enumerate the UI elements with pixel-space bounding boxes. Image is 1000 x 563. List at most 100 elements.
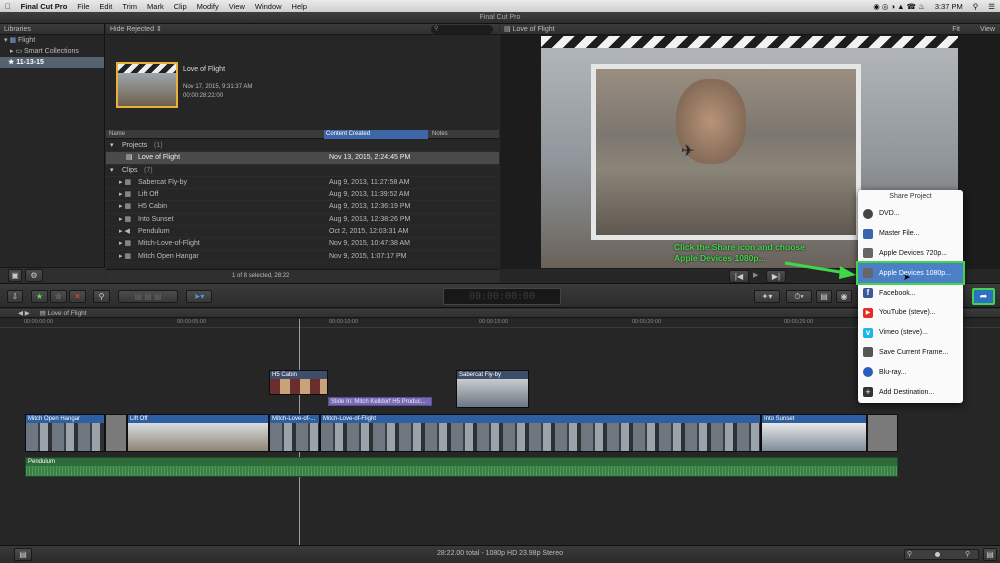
notification-icon[interactable]: ☰ [983,2,1000,11]
import-icon[interactable]: ⇩ [7,290,23,303]
filter-arrow-icon[interactable]: ⇕ [154,26,162,33]
menu-bar:  Final Cut Pro File Edit Trim Mark Clip… [0,0,1000,12]
list-item[interactable]: ▸ ▦ Mitch Open Hangar Nov 9, 2015, 1:07:17… [106,251,499,263]
menu-file[interactable]: File [72,2,94,11]
transition[interactable] [867,414,898,452]
clip-h5-cabin[interactable]: H5 Cabin [269,370,328,395]
spotlight-icon[interactable]: ⚲ [968,2,984,11]
unrate-icon[interactable]: ☆ [50,290,67,303]
keyword-icon[interactable]: ⚲ [93,290,110,303]
list-item[interactable]: ▸ ▦ Sabercat Fly-by Aug 9, 2013, 11:27:58 … [106,177,499,190]
share-save-frame[interactable]: Save Current Frame... [858,343,963,363]
disclosure-icon[interactable]: ▾ [110,140,114,152]
reject-icon[interactable]: ✕ [69,290,86,303]
list-item[interactable]: ▸ ▦ H5 Cabin Aug 9, 2013, 12:36:19 PM [106,201,499,214]
thumbnail-image [118,73,176,106]
menu-view[interactable]: View [224,2,250,11]
column-name[interactable]: Name [109,130,125,139]
filter-popup[interactable]: Hide Rejected [110,26,154,33]
library-smart-collections[interactable]: ▸ ▭ Smart Collections [0,46,104,57]
search-icon: ⚲ [434,26,439,32]
status-icons[interactable]: ◉ ◎ ◑ ▲ ☎ ♨ [868,2,930,11]
share-youtube[interactable]: ▶ YouTube (steve)... [858,303,963,323]
disclosure-icon[interactable]: ▾ [110,165,114,177]
add-icon: + [863,387,873,398]
ruler-label: 00:00:15:00 [479,319,509,325]
menu-edit[interactable]: Edit [94,2,117,11]
share-facebook[interactable]: f Facebook... [858,283,963,303]
event-browser: Hide Rejected ⇕ ⚲ Love of Flight Nov 17,… [106,24,499,283]
edit-buttons-group[interactable]: ▤ ▤ ▤ [118,290,178,303]
timeline-nav-icons[interactable]: ◀ ▶ [4,310,30,317]
clip-title[interactable]: Slide In: Mitch Kelldorf H5 Produc... [328,397,432,406]
timeline-ruler[interactable]: 00:00:00:00 00:00:05:00 00:00:10:00 00:0… [0,319,1000,328]
library-toggle-icon[interactable]: ▣ [8,269,22,282]
zoom-in-icon[interactable]: ⚲ [965,550,970,558]
camera-icon[interactable]: ◉ [836,290,852,303]
favorite-icon[interactable]: ★ [31,290,48,303]
clip-mitch-love-2[interactable]: Mitch-Love-of-Flight [320,414,761,452]
gear-icon[interactable]: ⚙ [25,269,43,282]
featured-date: Nov 17, 2015, 9:31:37 AM [183,84,253,90]
featured-duration: 00:00:28:22:00 [183,93,224,99]
play-icon[interactable]: ▶ [753,271,758,279]
zoom-out-icon[interactable]: ⚲ [907,550,912,558]
menu-app[interactable]: Final Cut Pro [16,2,73,11]
apple-icon[interactable]:  [0,2,16,11]
clip-appearance-icon[interactable]: ▤ [983,548,997,561]
list-item[interactable]: ▸ ◀ Pendulum Oct 2, 2015, 12:03:31 AM [106,226,499,239]
transition[interactable] [105,414,127,452]
project-thumbnail[interactable] [116,62,178,108]
column-notes[interactable]: Notes [432,130,448,139]
share-add-destination[interactable]: + Add Destination... [858,382,963,402]
retime-icon[interactable]: ⏱▾ [786,290,812,303]
zoom-slider[interactable]: ⚲ ⚲ [904,549,979,560]
menu-trim[interactable]: Trim [117,2,142,11]
clip-sabercat[interactable]: Sabercat Fly-by [456,370,529,408]
zoom-thumb[interactable] [935,552,940,557]
project-title-icon: ▤ [504,26,513,33]
fit-popup[interactable]: Fit [952,24,960,35]
skip-back-icon[interactable]: |◀ [729,270,749,283]
column-content-created[interactable]: Content Created [324,130,428,139]
group-projects[interactable]: ▾ Projects (1) [106,140,499,153]
list-header: Name Content Created Notes [106,130,499,139]
share-bluray[interactable]: Blu-ray... [858,362,963,382]
share-apple-720p[interactable]: Apple Devices 720p... [858,244,963,264]
clip-mitch-open-hangar[interactable]: Mitch Open Hangar [25,414,105,452]
view-popup[interactable]: View [980,24,995,35]
clip-lift-off[interactable]: Lift Off [127,414,269,452]
timeline-status: 28:22.00 total - 1080p HD 23.98p Stereo [436,550,564,557]
clip-into-sunset[interactable]: Into Sunset [761,414,867,452]
share-master-file[interactable]: Master File... [858,224,963,244]
audio-clip-icon: ▸ ◀ [119,228,130,236]
event-11-13-15[interactable]: ★ 11-13-15 [0,57,104,68]
menu-window[interactable]: Window [250,2,287,11]
select-tool-icon[interactable]: ➤▾ [186,290,212,303]
project-icon: ▤ [39,310,48,317]
clip-pendulum[interactable]: Pendulum [25,457,898,477]
search-input[interactable]: ⚲ [431,25,493,34]
dashboard-timecode[interactable]: 00:00:00:00 [443,288,561,305]
library-flight[interactable]: ▾ ▦ Flight [0,35,104,46]
effects-wand-icon[interactable]: ✦▾ [754,290,780,303]
clip-mitch-love-1[interactable]: Mitch-Love-of-... [269,414,320,452]
devices-icon [863,268,873,279]
main-toolbar: ⇩ ★ ☆ ✕ ⚲ ▤ ▤ ▤ ➤▾ 00:00:00:00 ✦▾ ⏱▾ ▤ ◉… [0,283,1000,308]
inspector-icon[interactable]: ▤ [816,290,832,303]
share-icon[interactable]: ➦ [972,288,995,305]
libraries-sidebar: Libraries ▾ ▦ Flight ▸ ▭ Smart Collectio… [0,24,105,283]
list-item[interactable]: ▸ ▦ Lift Off Aug 9, 2013, 11:39:52 AM [106,189,499,202]
list-item[interactable]: ▸ ▦ Into Sunset Aug 9, 2013, 12:38:26 PM [106,214,499,227]
clock[interactable]: 3:37 PM [930,2,968,11]
menu-mark[interactable]: Mark [142,2,169,11]
share-apple-1080p[interactable]: Apple Devices 1080p... ➤ [856,261,965,286]
menu-clip[interactable]: Clip [169,2,192,11]
list-item[interactable]: ▸ ▦ Mitch-Love-of-Flight Nov 9, 2015, 10:4… [106,238,499,251]
share-vimeo[interactable]: v Vimeo (steve)... [858,323,963,343]
share-dvd[interactable]: DVD... [858,204,963,224]
group-clips[interactable]: ▾ Clips (7) [106,165,499,177]
menu-help[interactable]: Help [287,2,312,11]
list-item[interactable]: ▤ Love of Flight Nov 13, 2015, 2:24:45 PM [106,152,499,165]
menu-modify[interactable]: Modify [192,2,224,11]
